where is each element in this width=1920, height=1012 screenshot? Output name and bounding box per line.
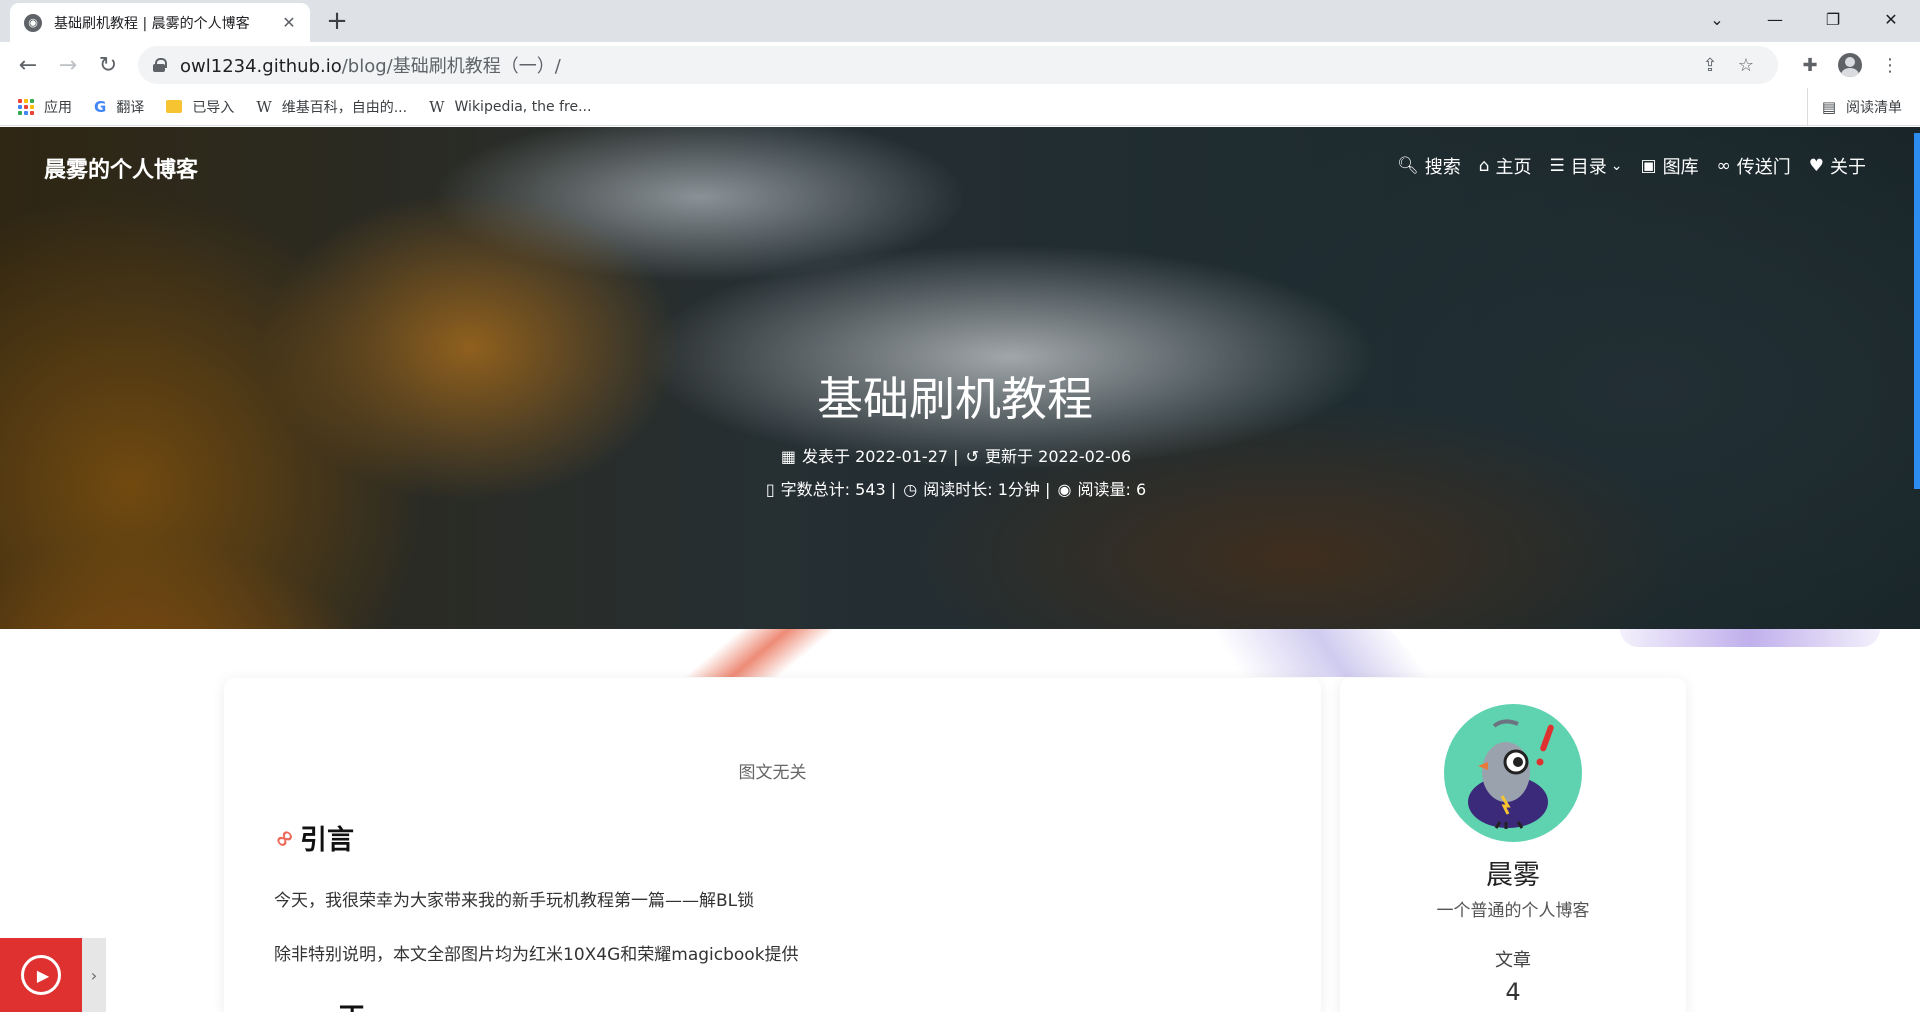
search-icon: 🔍︎ <box>1397 156 1419 176</box>
home-icon: ⌂ <box>1478 156 1490 176</box>
new-tab-button[interactable]: + <box>322 6 352 36</box>
author-description: 一个普通的个人博客 <box>1436 901 1590 921</box>
apps-grid-icon <box>18 98 34 115</box>
reading-list-button[interactable]: ▤ 阅读清单 <box>1806 88 1902 126</box>
play-icon[interactable]: ▶ <box>21 955 61 995</box>
author-avatar[interactable] <box>1444 704 1582 842</box>
post-meta-dates: ▦ 发表于 2022-01-27 | ↺ 更新于 2022-02-06 <box>780 447 1132 466</box>
close-window-button[interactable]: ✕ <box>1862 0 1920 38</box>
site-menu: 🔍︎ 搜索 ⌂ 主页 ☰ 目录 ⌄ ▣ 图库 ∞ 传送门 ♥ 关于 <box>1379 153 1866 179</box>
tab-search-icon[interactable]: ⌄ <box>1688 0 1746 38</box>
close-icon[interactable]: ✕ <box>280 13 298 32</box>
anchor-link-icon[interactable]: ∞ <box>267 821 301 855</box>
file-word-icon: ▯ <box>765 480 775 499</box>
gallery-icon: ▣ <box>1640 156 1657 176</box>
heart-icon: ♥ <box>1808 156 1824 176</box>
history-icon: ↺ <box>965 447 980 466</box>
music-player[interactable]: ▶ <box>0 938 82 1012</box>
share-icon[interactable]: ⇪ <box>1692 55 1728 76</box>
bookmark-wikipedia-en[interactable]: W Wikipedia, the fre... <box>429 98 591 116</box>
section-heading-partial: 一、正 <box>284 996 365 1012</box>
eye-icon: ◉ <box>1057 480 1072 499</box>
lock-icon[interactable] <box>152 58 167 72</box>
globe-icon: ◉ <box>24 13 42 32</box>
url-text[interactable]: owl1234.github.io/blog/基础刷机教程（一）/ <box>180 52 1692 78</box>
site-navbar: 晨雾的个人博客 🔍︎ 搜索 ⌂ 主页 ☰ 目录 ⌄ ▣ 图库 ∞ 传送门 ♥ 关… <box>0 127 1920 211</box>
menu-kebab-icon[interactable]: ⋮ <box>1870 45 1910 85</box>
minimize-button[interactable]: — <box>1746 0 1804 38</box>
decor-stripe <box>1620 629 1880 647</box>
avatar-icon <box>1838 53 1862 77</box>
menu-item-portal[interactable]: ∞ 传送门 <box>1717 153 1791 179</box>
forward-button[interactable]: → <box>48 45 88 85</box>
chevron-down-icon: ⌄ <box>1610 158 1623 174</box>
post-hero: 晨雾的个人博客 🔍︎ 搜索 ⌂ 主页 ☰ 目录 ⌄ ▣ 图库 ∞ 传送门 ♥ 关… <box>0 127 1920 629</box>
menu-item-home[interactable]: ⌂ 主页 <box>1479 153 1532 179</box>
post-title: 基础刷机教程 <box>817 372 1093 426</box>
bookmark-folder-imported[interactable]: 已导入 <box>166 97 234 117</box>
browser-toolbar: ← → ↻ owl1234.github.io/blog/基础刷机教程（一）/ … <box>0 42 1920 88</box>
chevron-right-icon: › <box>90 965 98 985</box>
author-name: 晨雾 <box>1486 860 1540 891</box>
translate-icon: G <box>94 97 107 116</box>
tab-title: 基础刷机教程 | 晨雾的个人博客 <box>54 15 250 32</box>
player-toggle-button[interactable]: › <box>82 938 106 1012</box>
site-brand[interactable]: 晨雾的个人博客 <box>44 152 198 184</box>
browser-tab-active[interactable]: ◉ 基础刷机教程 | 晨雾的个人博客 ✕ <box>10 3 310 42</box>
link-icon: ∞ <box>1716 156 1731 176</box>
menu-item-gallery[interactable]: ▣ 图库 <box>1641 153 1699 179</box>
decor-stripe <box>1189 629 1431 677</box>
clock-icon: ◷ <box>903 480 918 499</box>
back-button[interactable]: ← <box>8 45 48 85</box>
bookmark-apps[interactable]: 应用 <box>18 97 72 117</box>
folder-icon <box>166 100 183 113</box>
reading-list-icon: ▤ <box>1821 98 1836 116</box>
menu-item-toc[interactable]: ☰ 目录 ⌄ <box>1550 153 1623 179</box>
post-content-card: 图文无关 ∞ 引言 今天，我很荣幸为大家带来我的新手玩机教程第一篇——解BL锁 … <box>224 678 1321 1012</box>
address-bar[interactable]: owl1234.github.io/blog/基础刷机教程（一）/ ⇪ ☆ <box>138 46 1778 84</box>
wikipedia-icon: W <box>429 97 445 116</box>
menu-item-about[interactable]: ♥ 关于 <box>1809 153 1866 179</box>
pigeon-illustration <box>1468 719 1554 829</box>
image-caption: 图文无关 <box>738 763 807 783</box>
browser-tabstrip: ◉ 基础刷机教程 | 晨雾的个人博客 ✕ + ⌄ — ❐ ✕ <box>0 0 1920 42</box>
restore-button[interactable]: ❐ <box>1804 0 1862 38</box>
wikipedia-icon: W <box>256 97 272 116</box>
bookmark-wikipedia-zh[interactable]: W 维基百科，自由的... <box>256 97 407 117</box>
paragraph: 除非特别说明，本文全部图片均为红米10X4G和荣耀magicbook提供 <box>274 945 799 965</box>
post-meta-stats: ▯ 字数总计: 543 | ◷ 阅读时长: 1分钟 | ◉ 阅读量: 6 <box>765 480 1147 499</box>
bookmark-star-icon[interactable]: ☆ <box>1728 55 1764 76</box>
extensions-puzzle-icon[interactable]: ✚ <box>1790 45 1830 85</box>
articles-count[interactable]: 4 <box>1340 978 1686 1006</box>
paragraph: 今天，我很荣幸为大家带来我的新手玩机教程第一篇——解BL锁 <box>274 891 755 911</box>
window-controls: ⌄ — ❐ ✕ <box>1688 0 1920 38</box>
bookmark-translate[interactable]: G 翻译 <box>94 97 144 117</box>
menu-item-search[interactable]: 🔍︎ 搜索 <box>1397 153 1461 179</box>
reload-button[interactable]: ↻ <box>88 45 128 85</box>
profile-button[interactable] <box>1830 45 1870 85</box>
articles-label[interactable]: 文章 <box>1340 946 1686 972</box>
list-icon: ☰ <box>1549 156 1565 176</box>
calendar-icon: ▦ <box>780 447 796 466</box>
author-sidebar-card: 晨雾 一个普通的个人博客 文章 4 <box>1340 678 1686 1012</box>
section-heading-intro: ∞ 引言 <box>267 820 354 856</box>
bookmarks-bar: 应用 G 翻译 已导入 W 维基百科，自由的... W Wikipedia, t… <box>0 88 1920 126</box>
